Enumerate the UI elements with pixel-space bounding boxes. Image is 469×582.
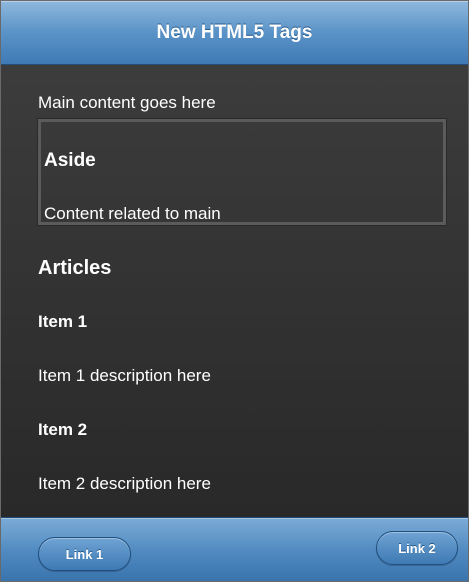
aside-title: Aside [44,150,96,171]
footer-bar: Link 1 Link 2 [1,517,468,581]
article-item-description: Item 1 description here [38,366,211,385]
header-bar: New HTML5 Tags [1,1,468,65]
aside-section: Aside Content related to main [37,118,447,226]
main-text: Main content goes here [38,93,216,112]
article-item-title: Item 2 [38,420,88,439]
page-frame: New HTML5 Tags Main content goes here As… [0,0,469,582]
main-content: Main content goes here Aside Content rel… [1,65,468,518]
link-2-label: Link 2 [398,540,436,556]
article-item-title: Item 1 [38,312,88,331]
link-2-button[interactable]: Link 2 [376,531,458,565]
page-title: New HTML5 Tags [156,21,313,43]
link-1-label: Link 1 [65,546,104,562]
link-1-button[interactable]: Link 1 [38,537,131,571]
articles-title: Articles [38,257,112,279]
aside-text: Content related to main [44,204,221,223]
article-item-description: Item 2 description here [38,474,211,493]
